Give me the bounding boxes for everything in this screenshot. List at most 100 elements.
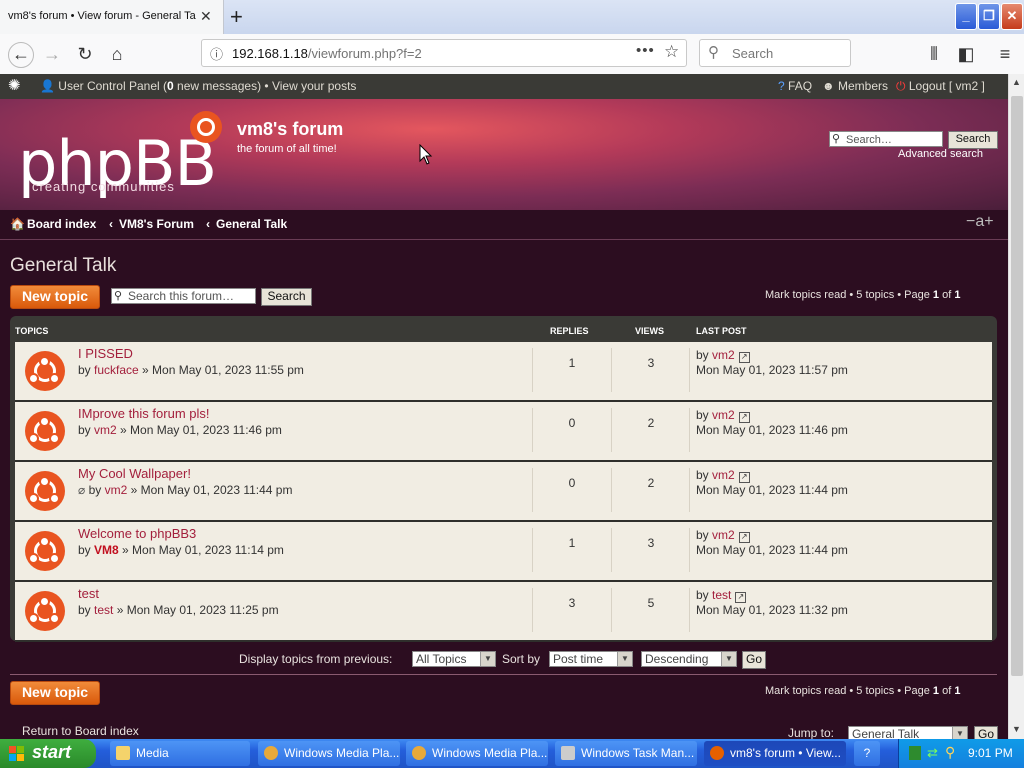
new-topic-button[interactable]: New topic [10,285,100,309]
topic-title-link[interactable]: Welcome to phpBB3 [78,526,196,541]
taskbar-item-firefox[interactable]: vm8's forum • View... [704,741,846,766]
mark-topics-read-link[interactable]: Mark topics read [765,289,846,301]
logout-link[interactable]: ⏻ Logout [ vm2 ] [896,79,985,94]
breadcrumb-board-index[interactable]: Board index [27,217,96,231]
topic-title-link[interactable]: IMprove this forum pls! [78,406,210,421]
last-post-author-link[interactable]: vm2 [712,348,735,362]
faq-link[interactable]: ? FAQ [778,79,812,93]
topic-title-link[interactable]: I PISSED [78,346,133,361]
browser-search-input[interactable]: ⚲ Search [699,39,851,67]
font-size-icon[interactable]: −a+ [966,213,994,231]
site-name[interactable]: vm8's forum [237,119,343,140]
last-post-author-link[interactable]: vm2 [712,408,735,422]
header-search-input[interactable]: ⚲ Search… [829,131,943,147]
forum-search-button[interactable]: Search [261,288,312,306]
network-icon[interactable]: ⇄ [927,745,938,761]
topic-title-link[interactable]: My Cool Wallpaper! [78,466,191,481]
windows-flag-icon [9,746,24,761]
sort-order-select[interactable]: Descending ▼ [641,651,737,667]
taskbar-help-button[interactable]: ? [854,741,880,766]
back-icon[interactable]: ← [8,42,34,68]
last-post-author-link[interactable]: vm2 [712,528,735,542]
taskbar-item-task-manager[interactable]: Windows Task Man... [555,741,697,766]
goto-last-post-icon[interactable]: ↗ [738,352,750,363]
taskbar-item-media[interactable]: Media [110,741,250,766]
goto-last-post-icon[interactable]: ↗ [735,592,747,603]
author-link[interactable]: fuckface [94,363,139,377]
chevron-down-icon: ▼ [721,652,736,666]
page-scrollbar[interactable]: ▲ ▼ [1008,74,1024,739]
site-info-icon[interactable]: ⓘ [210,44,223,63]
search-tray-icon[interactable]: ⚲ [945,744,955,761]
topic-title-link[interactable]: test [78,586,99,601]
tray-app-icon[interactable] [909,746,921,760]
table-row: I PISSED by fuckface » Mon May 01, 2023 … [15,342,992,402]
author-link[interactable]: test [94,603,113,617]
header-search-button[interactable]: Search [948,131,998,149]
tab-close-icon[interactable]: ✕ [200,8,212,25]
taskbar-item-media-player-2[interactable]: Windows Media Pla... [406,741,548,766]
return-to-board-index-link[interactable]: Return to Board index [22,724,139,738]
reload-icon[interactable]: ↻ [73,42,97,66]
user-icon: 👤 [40,79,55,93]
forum-page: ✺ 👤 User Control Panel (0 new messages) … [0,74,1008,739]
members-link[interactable]: ☻ Members [822,79,888,93]
topic-meta: by test » Mon May 01, 2023 11:25 pm [78,603,279,617]
jump-go-button[interactable]: Go [974,726,998,739]
system-clock[interactable]: 9:01 PM [968,746,1013,760]
library-icon[interactable]: ⫴ [922,42,946,66]
replies-count: 3 [568,596,576,610]
goto-last-post-icon[interactable]: ↗ [738,532,750,543]
mark-topics-read-link[interactable]: Mark topics read [765,685,846,697]
browser-tab[interactable]: vm8's forum • View forum - General Talk … [0,0,224,34]
forward-icon[interactable]: → [40,42,64,66]
jump-to-label: Jump to: [788,726,835,739]
advanced-search-link[interactable]: Advanced search [898,148,983,160]
views-count: 3 [647,536,655,550]
jump-to-select[interactable]: General Talk ▼ [848,726,968,739]
taskbar-item-media-player-1[interactable]: Windows Media Pla... [258,741,400,766]
breadcrumb-vm8-forum[interactable]: VM8's Forum [119,217,194,231]
go-button[interactable]: Go [742,651,766,669]
breadcrumb-separator: ‹ [206,217,210,231]
menu-icon[interactable]: ≡ [993,42,1017,66]
breadcrumb: 🏠 Board index ‹ VM8's Forum ‹ General Ta… [0,210,1008,240]
breadcrumb-general-talk[interactable]: General Talk [216,217,287,231]
last-post-date: Mon May 01, 2023 11:57 pm [696,363,848,377]
topic-count: 5 topics [856,685,895,697]
scroll-down-icon[interactable]: ▼ [1012,724,1021,734]
quick-links-icon[interactable]: ✺ [8,76,21,94]
views-count: 5 [647,596,655,610]
close-window-button[interactable]: ✕ [1001,3,1023,30]
home-icon[interactable]: ⌂ [105,42,129,66]
author-link[interactable]: vm2 [105,483,128,497]
scroll-thumb[interactable] [1011,96,1023,676]
page-actions-icon[interactable]: ••• [636,42,655,59]
goto-last-post-icon[interactable]: ↗ [738,412,750,423]
search-placeholder: Search [732,46,774,61]
goto-last-post-icon[interactable]: ↗ [738,472,750,483]
last-post-author-link[interactable]: test [712,588,731,602]
user-control-panel-link[interactable]: 👤 User Control Panel (0 new messages) • … [40,79,356,93]
restore-button[interactable]: ❐ [978,3,1000,30]
bookmark-star-icon[interactable]: ☆ [664,42,679,62]
sidebar-icon[interactable]: ◧ [954,42,978,66]
views-count: 3 [647,356,655,370]
author-link[interactable]: VM8 [94,543,119,557]
search-icon: ⚲ [832,133,841,145]
minimize-button[interactable]: _ [955,3,977,30]
address-bar[interactable]: ⓘ 192.168.1.18/viewforum.php?f=2 ••• ☆ [201,39,687,67]
new-tab-icon[interactable]: + [230,4,243,30]
last-post-author-link[interactable]: vm2 [712,468,735,482]
start-button[interactable]: start [0,739,96,768]
page-title[interactable]: General Talk [10,255,116,277]
days-select[interactable]: All Topics ▼ [412,651,496,667]
new-topic-button-bottom[interactable]: New topic [10,681,100,705]
help-icon: ? [778,79,785,93]
forum-header: phpBB creating communities vm8's forum t… [0,99,1008,210]
forum-search-input[interactable]: ⚲ Search this forum… [111,288,256,304]
scroll-up-icon[interactable]: ▲ [1012,77,1021,87]
author-link[interactable]: vm2 [94,423,117,437]
replies-count: 0 [568,476,576,490]
sort-key-select[interactable]: Post time ▼ [549,651,633,667]
